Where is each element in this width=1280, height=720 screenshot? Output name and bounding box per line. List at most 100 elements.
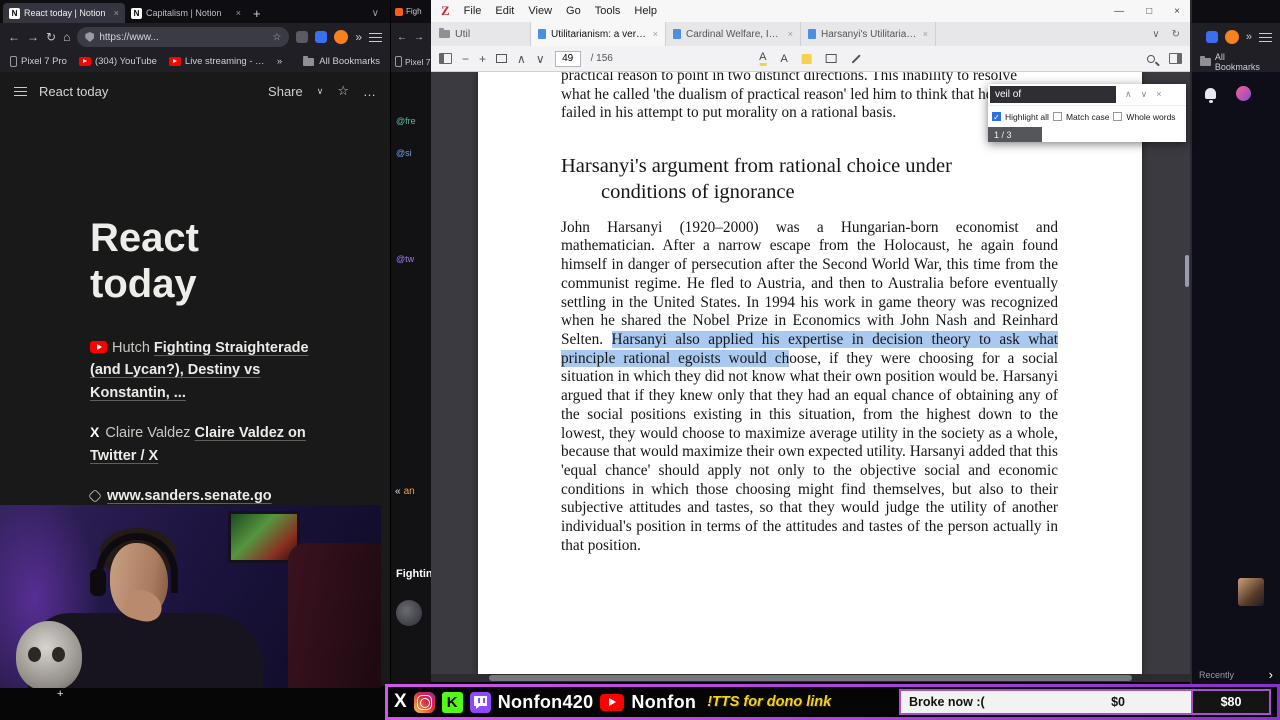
list-item-twitter-link[interactable]: X Claire Valdez Claire Valdez on Twitter … (90, 422, 328, 467)
stream-handle: Nonfon420 (497, 691, 594, 712)
horizontal-scrollbar-thumb[interactable] (489, 675, 1132, 681)
goal-current-amount: $0 (1111, 695, 1125, 709)
find-close-icon[interactable]: × (1156, 89, 1161, 100)
text-tool-icon[interactable]: A (781, 53, 788, 65)
sync-icon[interactable]: ↻ (1172, 29, 1180, 40)
page-number-input[interactable] (554, 50, 581, 67)
document-tab-utilitarianism[interactable]: Utilitarianism: a very short × (531, 22, 666, 46)
find-previous-icon[interactable]: ∧ (1125, 89, 1132, 100)
menu-file[interactable]: File (464, 5, 482, 17)
browser-tab-react-today[interactable]: N React today | Notion × (3, 3, 125, 23)
match-case-checkbox[interactable] (1052, 112, 1062, 121)
list-item-youtube-link[interactable]: Hutch Fighting Straighterade (and Lycan?… (90, 337, 328, 404)
ink-tool-icon[interactable] (851, 53, 861, 64)
new-tab-button[interactable]: + (253, 6, 261, 21)
forward-icon[interactable]: → (414, 32, 424, 43)
toolbar-overflow-icon[interactable]: » (1246, 31, 1252, 43)
whole-words-checkbox[interactable] (1113, 112, 1123, 121)
menu-view[interactable]: View (528, 5, 552, 17)
sidebar-toggle-icon[interactable] (439, 53, 452, 64)
extension-icon[interactable] (296, 31, 309, 43)
menu-help[interactable]: Help (634, 5, 657, 17)
minimize-icon[interactable]: — (1114, 6, 1124, 17)
app-menu-icon[interactable] (369, 32, 382, 43)
notion-sidebar-toggle-icon[interactable] (14, 86, 27, 97)
senate-link[interactable]: www.sanders.senate.go (107, 488, 272, 504)
bookmark-pixel7[interactable]: Pixel 7 Pro (10, 56, 67, 67)
library-icon (439, 28, 450, 38)
bookmarks-overflow-icon[interactable]: » (277, 56, 282, 67)
extension-icon[interactable] (1205, 31, 1218, 43)
profile-avatar[interactable] (1236, 86, 1251, 101)
notion-favicon: N (9, 7, 20, 19)
account-avatar[interactable] (334, 30, 349, 44)
close-tab-icon[interactable]: × (114, 8, 119, 18)
app-menu-icon[interactable] (1259, 32, 1272, 43)
zotero-logo: Z (441, 3, 450, 18)
bookmark-live-streaming[interactable]: Live streaming - YouTube (168, 56, 265, 67)
note-tool-icon[interactable] (801, 53, 812, 64)
notifications-bell-icon[interactable] (1205, 88, 1216, 103)
more-options-icon[interactable]: … (363, 84, 376, 99)
tab-title[interactable]: Figh (406, 7, 422, 16)
horizontal-scrollbar[interactable] (431, 674, 1190, 682)
address-bar[interactable]: https://www... ☆ (77, 27, 290, 47)
find-next-icon[interactable]: ∨ (1141, 89, 1148, 100)
close-tab-icon[interactable]: × (653, 29, 658, 39)
expand-chevron-icon[interactable]: › (1269, 667, 1273, 682)
close-tab-icon[interactable]: × (923, 29, 928, 39)
toolbar-overflow-icon[interactable]: » (355, 31, 362, 43)
collapse-chat-icon[interactable]: «an (395, 486, 415, 497)
bookmark-youtube[interactable]: (304) YouTube (78, 56, 157, 67)
extension-icon-2[interactable] (315, 31, 328, 43)
menu-tools[interactable]: Tools (595, 5, 621, 17)
browser-tab-capitalism[interactable]: N Capitalism | Notion × (125, 3, 247, 23)
tab-title: Capitalism | Notion (146, 8, 222, 18)
forward-icon[interactable]: → (27, 31, 39, 43)
link-prefix: Hutch (112, 340, 150, 356)
share-chevron-icon[interactable]: ∨ (317, 86, 324, 97)
share-button[interactable]: Share (268, 84, 303, 99)
back-icon[interactable]: ← (397, 32, 407, 43)
menu-edit[interactable]: Edit (495, 5, 514, 17)
close-tab-icon[interactable]: × (236, 8, 241, 18)
maximize-icon[interactable]: □ (1146, 6, 1152, 17)
close-tab-icon[interactable]: × (788, 29, 793, 39)
previous-page-icon[interactable]: ∧ (517, 52, 526, 66)
account-avatar[interactable] (1224, 30, 1239, 44)
library-tab[interactable]: Util (431, 22, 531, 46)
all-bookmarks-label[interactable]: All Bookmarks (1215, 52, 1272, 72)
youtube-icon (168, 57, 181, 66)
reload-icon[interactable]: ↻ (46, 31, 56, 43)
whole-words-label: Whole words (1126, 111, 1176, 122)
document-tab-harsanyi[interactable]: Harsanyi's Utilitarian Theo × (801, 22, 936, 46)
streamer-avatar[interactable] (396, 600, 422, 626)
favorite-star-icon[interactable]: ☆ (337, 83, 349, 99)
area-tool-icon[interactable] (825, 54, 837, 63)
twitch-icon (469, 691, 491, 713)
search-icon[interactable] (1147, 54, 1155, 63)
find-input[interactable] (990, 86, 1116, 103)
zoom-in-icon[interactable]: + (479, 52, 486, 66)
tab-list-chevron-icon[interactable]: ∨ (1152, 29, 1159, 40)
vertical-scrollbar-thumb[interactable] (1185, 255, 1189, 287)
back-icon[interactable]: ← (8, 31, 20, 43)
context-pane-toggle-icon[interactable] (1169, 53, 1182, 64)
all-bookmarks-button[interactable]: All Bookmarks (303, 55, 380, 67)
zoom-fit-icon[interactable] (496, 54, 508, 63)
video-thumbnail[interactable] (1238, 578, 1264, 606)
home-icon[interactable]: ⌂ (63, 31, 70, 43)
menu-go[interactable]: Go (566, 5, 581, 17)
highlight-all-checkbox[interactable]: ✓ (992, 112, 1001, 122)
zoom-out-icon[interactable]: − (462, 52, 469, 66)
bookmark-star-icon[interactable]: ☆ (272, 32, 281, 43)
highlight-tool-icon[interactable]: A (759, 51, 767, 66)
tracking-shield-icon[interactable] (85, 32, 95, 42)
bookmark-label[interactable]: Pixel 7 (405, 57, 431, 67)
document-tab-cardinal-welfare[interactable]: Cardinal Welfare, Individu × (666, 22, 801, 46)
notion-breadcrumb[interactable]: React today (39, 84, 108, 99)
close-icon[interactable]: × (1174, 6, 1180, 17)
next-page-icon[interactable]: ∨ (536, 52, 545, 66)
list-tabs-chevron-icon[interactable]: ∨ (372, 8, 379, 19)
youtube-icon (78, 57, 91, 66)
